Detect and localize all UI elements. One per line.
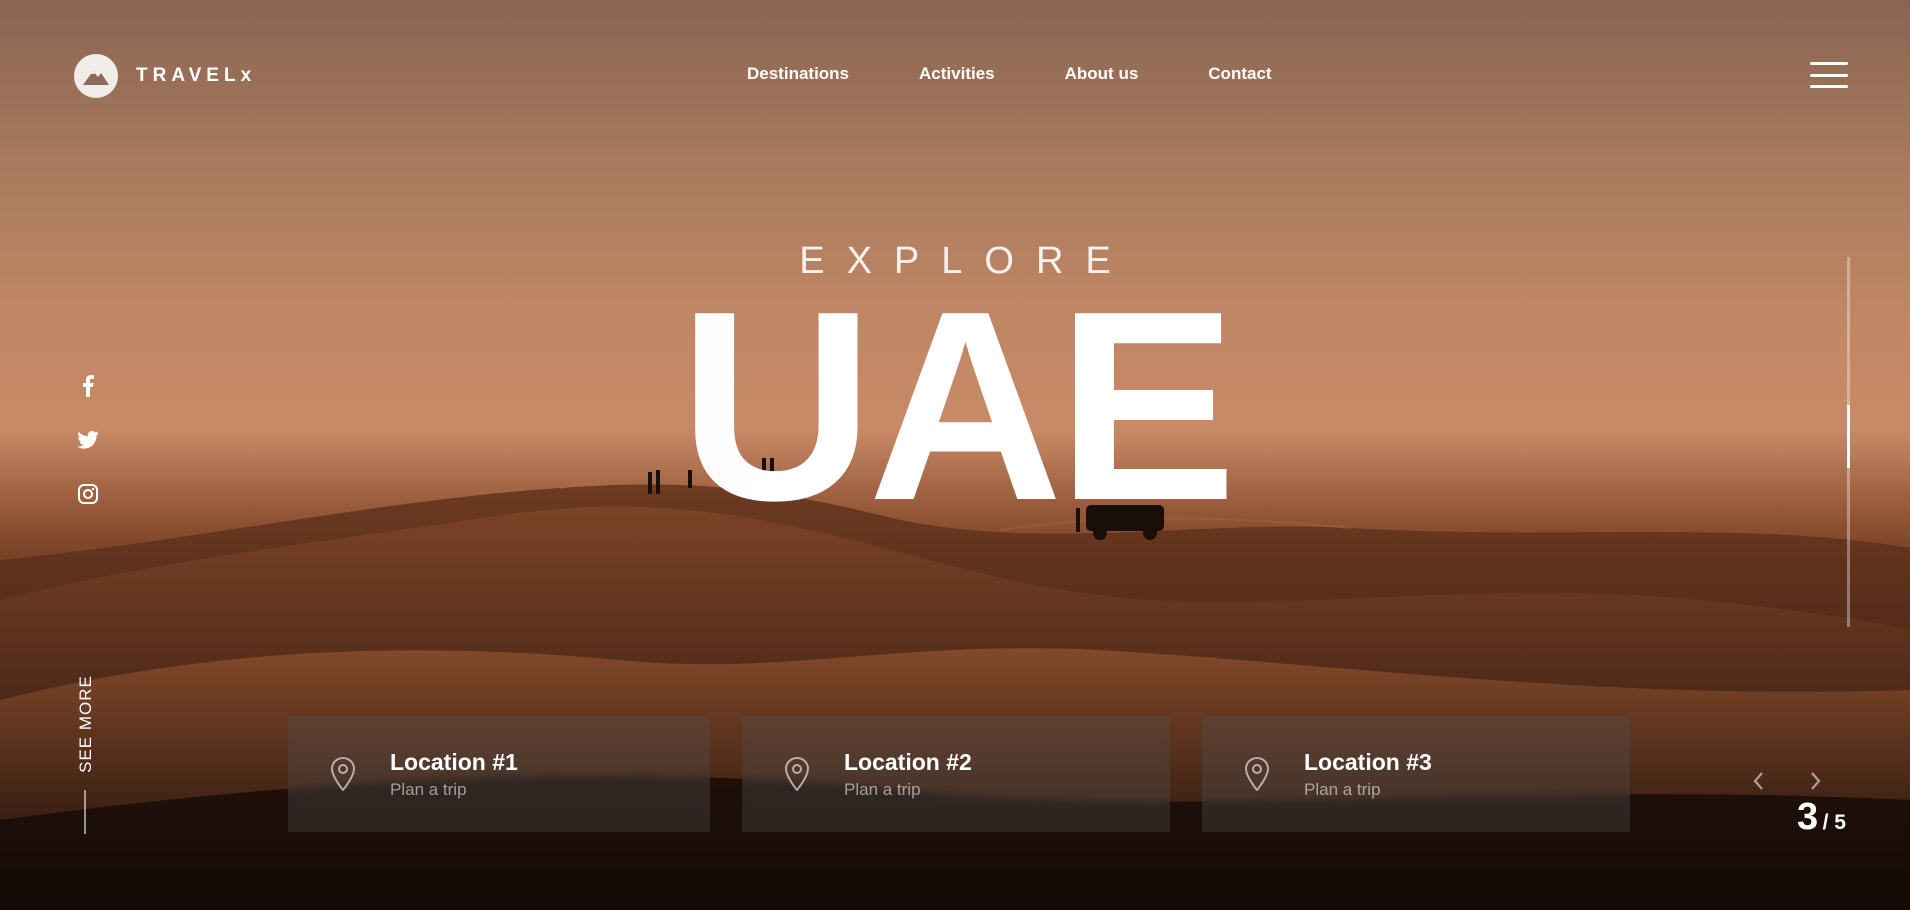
brand-logo[interactable]: TRAVELx xyxy=(74,54,256,98)
chevron-left-icon[interactable] xyxy=(1750,770,1768,792)
location-card-title: Location #2 xyxy=(844,749,972,775)
slide-current: 3 xyxy=(1797,796,1819,838)
nav-item-about-us[interactable]: About us xyxy=(1065,64,1139,84)
slide-progress-track xyxy=(1847,257,1850,627)
location-card-title: Location #3 xyxy=(1304,749,1432,775)
slide-total: / 5 xyxy=(1822,811,1846,834)
map-pin-icon xyxy=(1244,757,1270,791)
see-more-link[interactable]: SEE MORE xyxy=(62,674,110,773)
main-nav: Destinations Activities About us Contact xyxy=(747,64,1272,84)
location-card-subtitle: Plan a trip xyxy=(1304,780,1381,799)
location-card-subtitle: Plan a trip xyxy=(844,780,921,799)
map-pin-icon xyxy=(784,757,810,791)
location-card-3[interactable]: Location #3 Plan a trip xyxy=(1202,716,1630,832)
see-more-divider xyxy=(84,790,86,834)
location-card-title: Location #1 xyxy=(390,749,518,775)
nav-item-activities[interactable]: Activities xyxy=(919,64,995,84)
map-pin-icon xyxy=(330,757,356,791)
location-card-subtitle: Plan a trip xyxy=(390,780,467,799)
slide-progress-thumb xyxy=(1847,405,1850,468)
location-card-1[interactable]: Location #1 Plan a trip xyxy=(288,716,710,832)
nav-item-contact[interactable]: Contact xyxy=(1208,64,1271,84)
hero-title: UAE xyxy=(0,272,1910,542)
location-cards: Location #1 Plan a trip Location #2 Plan… xyxy=(288,716,1630,832)
nav-item-destinations[interactable]: Destinations xyxy=(747,64,849,84)
see-more-label: SEE MORE xyxy=(76,674,95,773)
brand-name: TRAVELx xyxy=(136,65,257,86)
mountain-logo-icon xyxy=(74,54,118,98)
chevron-right-icon[interactable] xyxy=(1806,770,1824,792)
slide-counter: 3 / 5 xyxy=(1797,796,1846,839)
slider-arrows xyxy=(1750,770,1824,792)
hamburger-menu-icon[interactable] xyxy=(1810,62,1848,88)
location-card-2[interactable]: Location #2 Plan a trip xyxy=(742,716,1170,832)
